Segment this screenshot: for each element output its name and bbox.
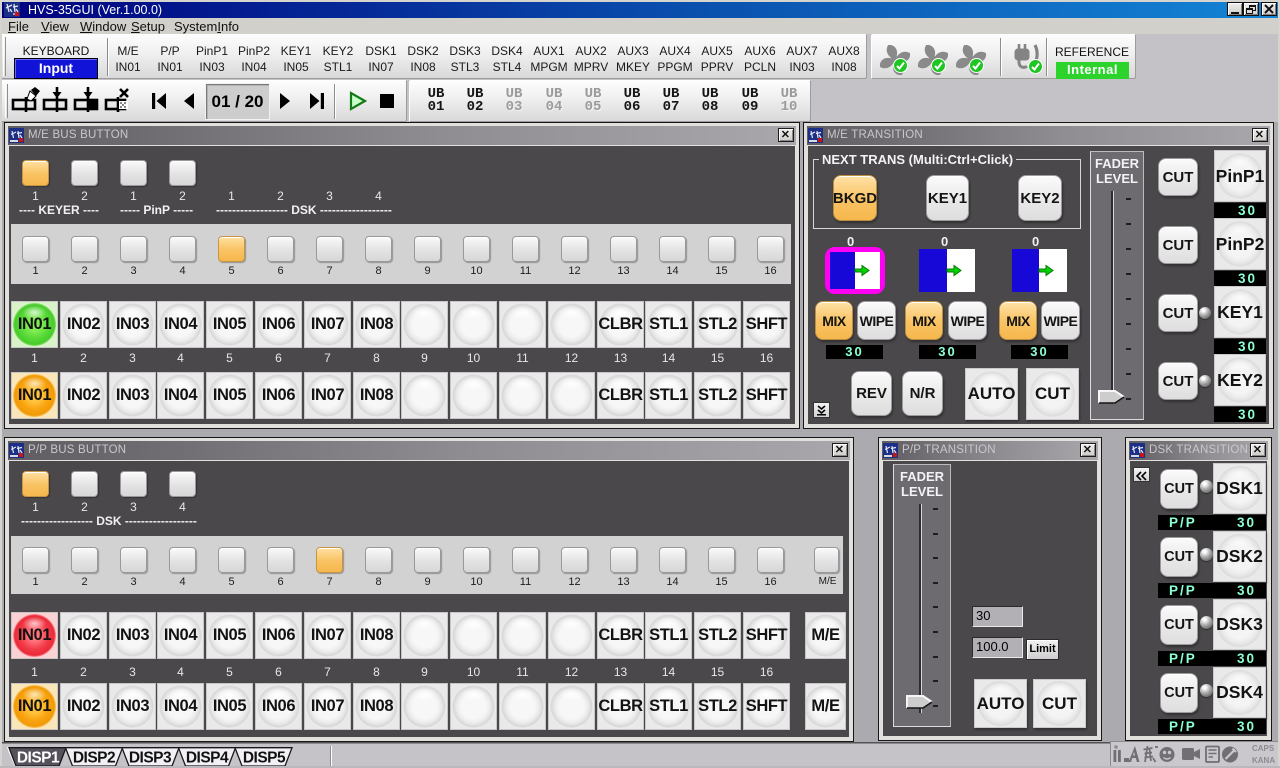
- svg-text:DISP3: DISP3: [129, 750, 172, 767]
- svg-text:DISP5: DISP5: [243, 750, 286, 767]
- svg-text:CAPS: CAPS: [1252, 744, 1275, 753]
- svg-text:KANA: KANA: [1252, 756, 1275, 765]
- svg-text:DISP1: DISP1: [17, 750, 60, 767]
- svg-text:DISP2: DISP2: [73, 750, 115, 767]
- svg-text:DISP4: DISP4: [186, 750, 229, 767]
